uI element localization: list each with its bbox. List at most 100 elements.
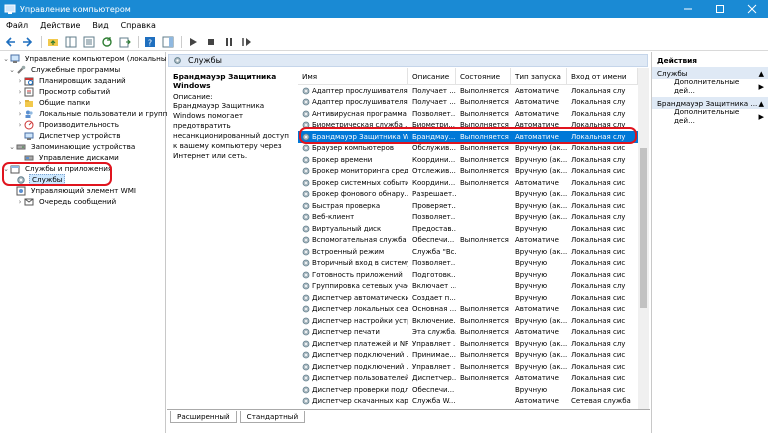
service-row[interactable]: Диспетчер подключений ... Принимае... Выпо… — [298, 350, 638, 362]
properties-button[interactable] — [81, 35, 96, 49]
tree-item-local-users[interactable]: › Локальные пользователи и группы — [16, 108, 175, 119]
service-name-text: Брокер мониторинга сред... — [312, 167, 408, 176]
service-logon-cell: Локальная сис — [571, 316, 626, 325]
expand-arrow-icon[interactable]: › — [16, 198, 24, 206]
menu-help[interactable]: Справка — [115, 21, 162, 30]
tree-item-scheduler[interactable]: › Планировщик заданий — [16, 75, 128, 86]
service-row[interactable]: Антивирусная программа ... Позволяет... Вы… — [298, 108, 638, 120]
console-tree-icon — [65, 36, 76, 47]
service-startup-cell: Вручную (ак... — [515, 144, 567, 153]
tree-item-shared-folders[interactable]: › Общие папки — [16, 97, 92, 108]
service-gear-icon — [302, 248, 310, 256]
service-row[interactable]: Диспетчер подключений ... Управляет ... Вы… — [298, 361, 638, 373]
tree-item-event-viewer[interactable]: › Просмотр событий — [16, 86, 112, 97]
service-row[interactable]: Брокер времени Координи... Выполняется Вруч… — [298, 154, 638, 166]
service-status-cell — [456, 223, 511, 235]
scrollbar-thumb[interactable] — [640, 148, 647, 308]
column-header-description[interactable]: Описание — [408, 68, 456, 85]
collapse-arrow-icon[interactable]: ⌄ — [8, 66, 16, 74]
close-button[interactable] — [736, 0, 768, 18]
service-row[interactable]: Виртуальный диск Предостав... Вручную Локал… — [298, 223, 638, 235]
description-label: Описание: — [173, 92, 213, 101]
column-header-name[interactable]: Имя — [298, 68, 408, 85]
tree-item-wmi[interactable]: Управляющий элемент WMI — [16, 185, 138, 196]
refresh-button[interactable] — [99, 35, 114, 49]
service-row[interactable]: Готовность приложений Подготовк... Вручную… — [298, 269, 638, 281]
services-list: Имя Описание Состояние Тип запуска Вход … — [298, 68, 638, 410]
maximize-button[interactable] — [704, 0, 736, 18]
stop-service-button[interactable] — [203, 35, 218, 49]
expand-arrow-icon[interactable]: › — [16, 110, 24, 118]
tree-item-storage[interactable]: ⌄ Запоминающие устройства — [8, 141, 137, 152]
service-status-cell — [456, 246, 511, 258]
service-row[interactable]: Веб-клиент Позволяет... Вручную (ак... Лока… — [298, 212, 638, 224]
service-row[interactable]: Адаптер прослушивателя ... Получает ... Вы… — [298, 85, 638, 97]
service-row[interactable]: Брокер фонового обнару... Разрешает... Вру… — [298, 189, 638, 201]
service-row[interactable]: Диспетчер платежей и NF... Управляет ... В… — [298, 338, 638, 350]
column-header-startup-type[interactable]: Тип запуска — [511, 68, 567, 85]
service-row[interactable]: Брокер мониторинга сред... Отслежив... Вып… — [298, 166, 638, 178]
show-action-pane-button[interactable] — [160, 35, 175, 49]
service-description-cell: Проверяет... — [412, 201, 456, 210]
expand-arrow-icon[interactable]: › — [16, 99, 24, 107]
more-actions-services[interactable]: Дополнительные дей... ▶ — [652, 77, 768, 95]
service-startup-cell: Автоматиче — [515, 397, 559, 406]
forward-button[interactable] — [20, 35, 35, 49]
service-row[interactable]: Вспомогательная служба IP Обеспечи... Выпо… — [298, 235, 638, 247]
service-name-text: Брокер фонового обнару... — [312, 190, 408, 199]
service-row[interactable]: Диспетчер настройки устр... Включение... В… — [298, 315, 638, 327]
start-service-button[interactable] — [185, 35, 200, 49]
minimize-button[interactable] — [672, 0, 704, 18]
column-header-status[interactable]: Состояние — [456, 68, 511, 85]
service-row[interactable]: Встроенный режим Служба "Вс... Вручную (ак… — [298, 246, 638, 258]
service-row[interactable]: Брокер системных событий Координи... Выпол… — [298, 177, 638, 189]
tab-standard[interactable]: Стандартный — [239, 411, 306, 423]
service-row[interactable]: Браузер компьютеров Обслужив... Выполняетс… — [298, 143, 638, 155]
tree-label: Очередь сообщений — [39, 197, 117, 206]
service-row[interactable]: Быстрая проверка Проверяет... Вручную (ак.… — [298, 200, 638, 212]
service-row[interactable]: Группировка сетевых учас... Включает ... В… — [298, 281, 638, 293]
service-name-text: Готовность приложений — [312, 270, 403, 279]
expand-arrow-icon[interactable]: › — [16, 121, 24, 129]
title-bar: Управление компьютером — [0, 0, 768, 18]
menu-view[interactable]: Вид — [86, 21, 114, 30]
collapse-arrow-icon[interactable]: ⌄ — [8, 143, 16, 151]
tree-item-message-queue[interactable]: › Очередь сообщений — [16, 196, 118, 207]
tree-item-utilities[interactable]: ⌄ Служебные программы — [8, 64, 122, 75]
collapse-arrow-icon[interactable]: ⌄ — [2, 55, 10, 63]
tree-item-performance[interactable]: › Производительность — [16, 119, 121, 130]
column-header-log-on-as[interactable]: Вход от имени — [567, 68, 638, 85]
up-folder-button[interactable] — [45, 35, 60, 49]
export-button[interactable] — [117, 35, 132, 49]
service-description-cell: Координи... — [412, 155, 456, 164]
service-row[interactable]: Диспетчер печати Эта служба... Выполняется… — [298, 327, 638, 339]
service-name-cell: Брокер мониторинга сред... — [298, 166, 408, 178]
service-row[interactable]: Диспетчер пользователей Диспетчер... Выпол… — [298, 373, 638, 385]
tree-item-device-manager[interactable]: Диспетчер устройств — [24, 130, 122, 141]
expand-arrow-icon[interactable]: › — [16, 88, 24, 96]
tree-item-root[interactable]: ⌄ Управление компьютером (локальным) — [2, 53, 177, 64]
back-button[interactable] — [2, 35, 17, 49]
service-row[interactable]: Вторичный вход в систему Позволяет... Вруч… — [298, 258, 638, 270]
tab-extended[interactable]: Расширенный — [170, 411, 237, 423]
service-gear-icon — [302, 374, 310, 382]
pause-service-button[interactable] — [221, 35, 236, 49]
more-actions-firewall[interactable]: Дополнительные дей... ▶ — [652, 107, 768, 125]
selected-service-name: Брандмауэр Защитника Windows — [173, 72, 277, 90]
vertical-scrollbar[interactable] — [638, 68, 649, 410]
help-button[interactable]: ? — [142, 35, 157, 49]
show-hide-tree-button[interactable] — [63, 35, 78, 49]
export-list-icon — [119, 37, 131, 47]
menu-action[interactable]: Действие — [34, 21, 86, 30]
expand-arrow-icon[interactable]: › — [16, 77, 24, 85]
service-gear-icon — [302, 190, 310, 198]
service-name-cell: Браузер компьютеров — [298, 143, 408, 155]
service-row[interactable]: Адаптер прослушивателя ... Получает ... Вы… — [298, 97, 638, 109]
menu-file[interactable]: Файл — [0, 21, 34, 30]
service-row[interactable]: Диспетчер локальных сеа... Основная ... Вы… — [298, 304, 638, 316]
service-row[interactable]: Диспетчер автоматически... Создает п... Вр… — [298, 292, 638, 304]
service-row[interactable]: Диспетчер проверки подл... Обеспечи... Вру… — [298, 384, 638, 396]
service-row[interactable]: Диспетчер скачанных карт Служба W... Автом… — [298, 396, 638, 408]
restart-service-button[interactable] — [239, 35, 254, 49]
service-gear-icon — [302, 271, 310, 279]
